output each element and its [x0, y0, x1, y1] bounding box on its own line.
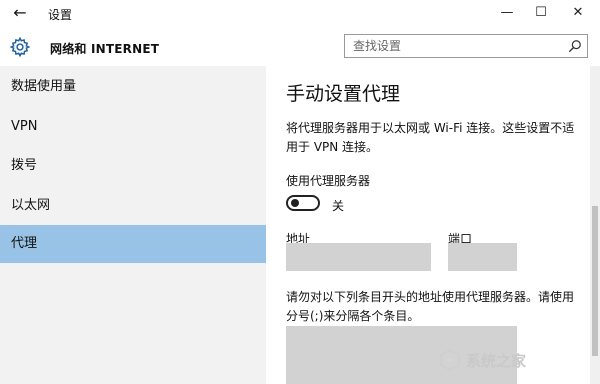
maximize-button[interactable]: ☐ [527, 3, 555, 23]
section-title: 网络和 INTERNET [50, 42, 160, 56]
sidebar: 数据使用量 VPN 拨号 以太网 代理 [0, 66, 266, 384]
title-bar: ← 设置 — ☐ ✕ [0, 0, 600, 28]
search-box [344, 34, 588, 58]
search-input[interactable] [345, 35, 563, 57]
use-proxy-toggle[interactable] [286, 195, 320, 211]
sidebar-item-dial-up[interactable]: 拨号 [0, 147, 266, 185]
scrollbar-thumb[interactable] [592, 206, 598, 356]
minimize-button[interactable]: — [493, 3, 521, 23]
use-proxy-label: 使用代理服务器 [286, 174, 371, 188]
port-field[interactable] [448, 243, 517, 271]
watermark-logo-icon [440, 348, 460, 372]
gear-icon [9, 36, 31, 58]
toggle-state-label: 关 [332, 199, 345, 213]
exceptions-description: 请勿对以下列条目开头的地址使用代理服务器。请使用分号(;)来分隔各个条目。 [286, 290, 575, 323]
page-title: 手动设置代理 [286, 83, 401, 105]
proxy-description: 将代理服务器用于以太网或 Wi-Fi 连接。这些设置不适用于 VPN 连接。 [286, 121, 575, 154]
search-icon[interactable] [568, 39, 582, 53]
close-button[interactable]: ✕ [564, 3, 592, 23]
page-header: 网络和 INTERNET [0, 28, 600, 66]
sidebar-item-data-usage[interactable]: 数据使用量 [0, 68, 266, 106]
address-field[interactable] [286, 243, 431, 271]
watermark-text: 系统之家 [466, 352, 527, 370]
sidebar-item-proxy[interactable]: 代理 [0, 225, 266, 263]
proxy-settings-panel: 手动设置代理 将代理服务器用于以太网或 Wi-Fi 连接。这些设置不适用于 VP… [266, 66, 590, 384]
scrollbar[interactable] [590, 66, 600, 384]
toggle-knob [291, 199, 299, 207]
back-arrow-icon[interactable]: ← [10, 4, 30, 22]
sidebar-item-vpn[interactable]: VPN [0, 108, 266, 146]
app-title: 设置 [48, 8, 73, 22]
sidebar-item-ethernet[interactable]: 以太网 [0, 187, 266, 225]
